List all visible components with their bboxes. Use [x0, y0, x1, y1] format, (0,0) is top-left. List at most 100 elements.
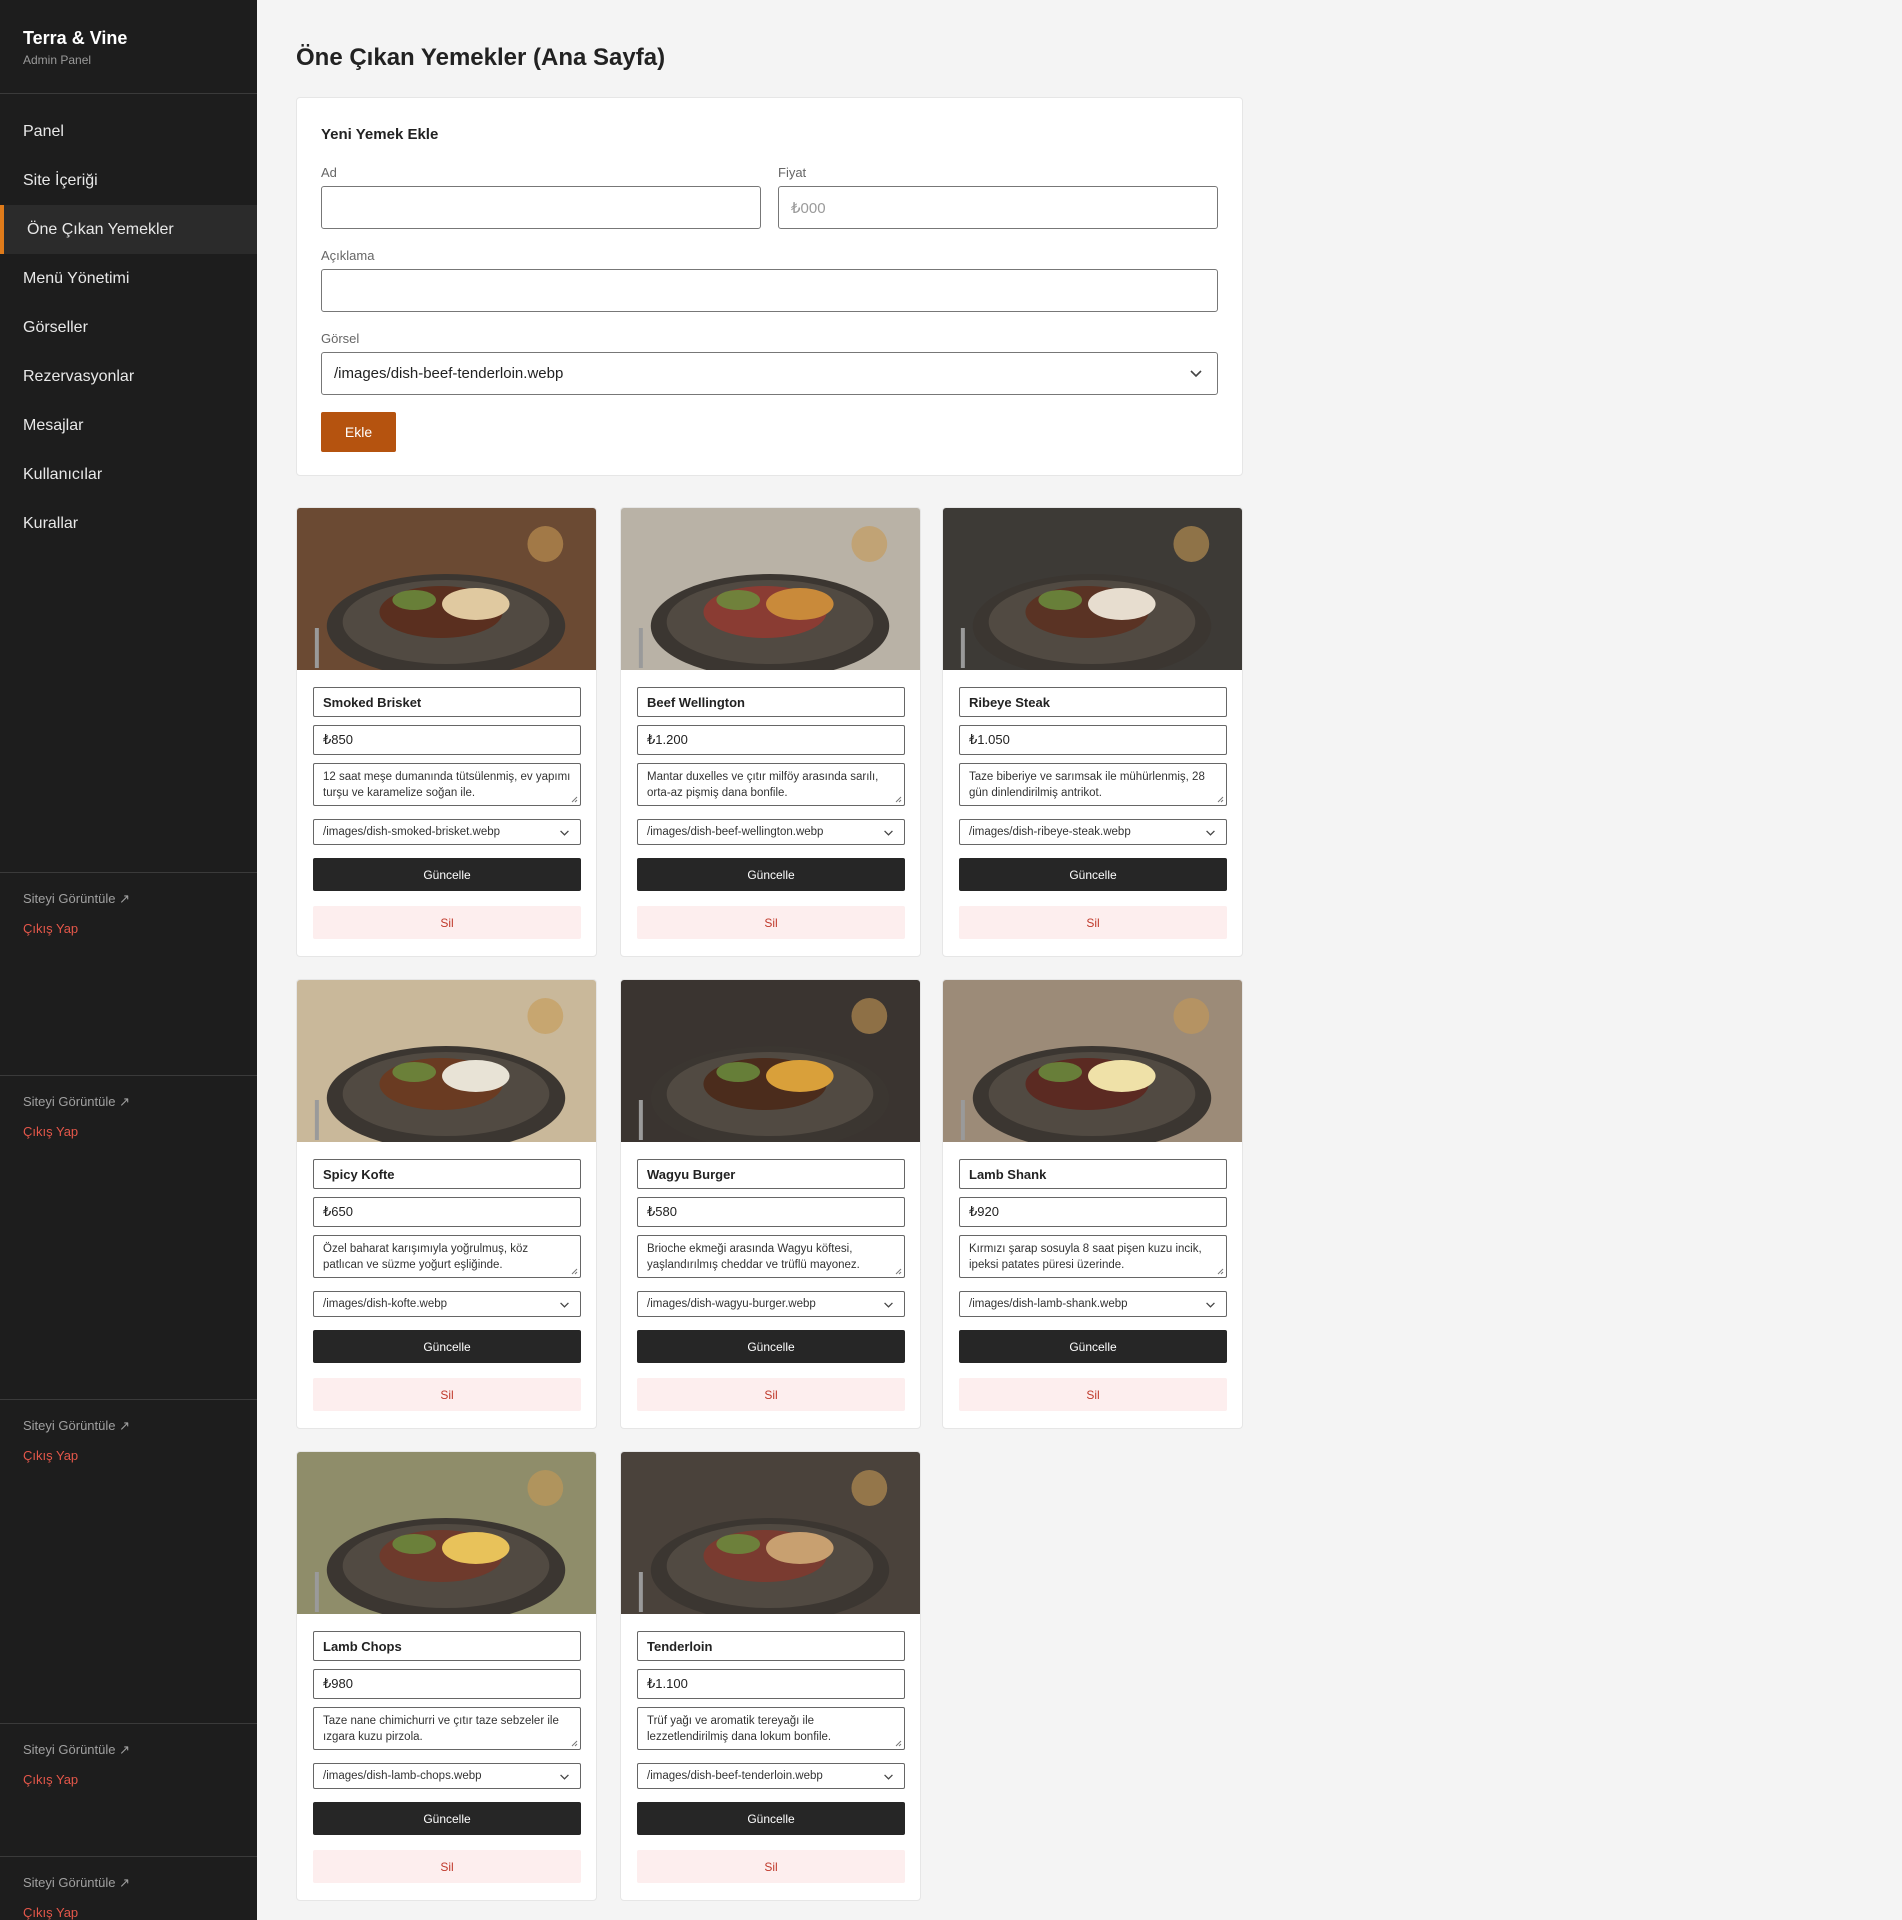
- delete-button[interactable]: Sil: [637, 1850, 905, 1883]
- dish-price-input[interactable]: ₺980: [313, 1669, 581, 1699]
- update-button[interactable]: Güncelle: [959, 858, 1227, 891]
- brand: Terra & Vine Admin Panel: [0, 0, 257, 94]
- main-content: Öne Çıkan Yemekler (Ana Sayfa) Yeni Yeme…: [257, 0, 1902, 1920]
- view-site-link[interactable]: Siteyi Görüntüle ↗: [23, 1418, 257, 1434]
- logout-link[interactable]: Çıkış Yap: [23, 1448, 257, 1463]
- logout-link[interactable]: Çıkış Yap: [23, 1124, 257, 1139]
- update-button[interactable]: Güncelle: [637, 1330, 905, 1363]
- dish-description-input[interactable]: Brioche ekmeği arasında Wagyu köftesi, y…: [637, 1235, 905, 1278]
- dish-name-input[interactable]: Lamb Chops: [313, 1631, 581, 1661]
- brand-subtitle: Admin Panel: [23, 53, 92, 67]
- dish-name-input[interactable]: Beef Wellington: [637, 687, 905, 717]
- sidebar-item-rules[interactable]: Kurallar: [0, 499, 257, 548]
- dish-price-input[interactable]: ₺920: [959, 1197, 1227, 1227]
- dish-name-input[interactable]: Ribeye Steak: [959, 687, 1227, 717]
- logout-link[interactable]: Çıkış Yap: [23, 1905, 257, 1920]
- view-site-link[interactable]: Siteyi Görüntüle ↗: [23, 1094, 257, 1110]
- dish-image-select[interactable]: /images/dish-lamb-chops.webp: [313, 1763, 581, 1789]
- add-button[interactable]: Ekle: [321, 412, 396, 452]
- update-button[interactable]: Güncelle: [313, 858, 581, 891]
- price-input[interactable]: ₺000: [778, 186, 1218, 229]
- resize-grip-icon[interactable]: [1217, 796, 1224, 803]
- delete-button[interactable]: Sil: [313, 906, 581, 939]
- sidebar-footer: Siteyi Görüntüle ↗ Çıkış Yap: [0, 1075, 257, 1139]
- dish-image-select[interactable]: /images/dish-beef-wellington.webp: [637, 819, 905, 845]
- dish-price-input[interactable]: ₺1.100: [637, 1669, 905, 1699]
- chevron-down-icon: [884, 830, 893, 836]
- dish-description-input[interactable]: Taze nane chimichurri ve çıtır taze sebz…: [313, 1707, 581, 1750]
- dish-description-text: Trüf yağı ve aromatik tereyağı ile lezze…: [647, 1715, 832, 1743]
- dish-name-input[interactable]: Spicy Kofte: [313, 1159, 581, 1189]
- update-button[interactable]: Güncelle: [637, 858, 905, 891]
- dish-name-input[interactable]: Smoked Brisket: [313, 687, 581, 717]
- resize-grip-icon[interactable]: [571, 796, 578, 803]
- sidebar-footer: Siteyi Görüntüle ↗ Çıkış Yap: [0, 1723, 257, 1787]
- delete-button[interactable]: Sil: [959, 1378, 1227, 1411]
- dish-description-text: 12 saat meşe dumanında tütsülenmiş, ev y…: [323, 771, 571, 799]
- delete-button[interactable]: Sil: [313, 1850, 581, 1883]
- dish-name-input[interactable]: Wagyu Burger: [637, 1159, 905, 1189]
- dish-price-input[interactable]: ₺1.050: [959, 725, 1227, 755]
- dish-price-input[interactable]: ₺650: [313, 1197, 581, 1227]
- dish-price-input[interactable]: ₺850: [313, 725, 581, 755]
- dish-image-select[interactable]: /images/dish-wagyu-burger.webp: [637, 1291, 905, 1317]
- view-site-link[interactable]: Siteyi Görüntüle ↗: [23, 891, 257, 907]
- dish-image-select[interactable]: /images/dish-lamb-shank.webp: [959, 1291, 1227, 1317]
- update-button[interactable]: Güncelle: [637, 1802, 905, 1835]
- resize-grip-icon[interactable]: [895, 796, 902, 803]
- dish-image-select[interactable]: /images/dish-ribeye-steak.webp: [959, 819, 1227, 845]
- dish-image: [621, 508, 920, 670]
- logout-link[interactable]: Çıkış Yap: [23, 1772, 257, 1787]
- dish-image-select[interactable]: /images/dish-smoked-brisket.webp: [313, 819, 581, 845]
- update-button[interactable]: Güncelle: [959, 1330, 1227, 1363]
- sidebar-item-site-content[interactable]: Site İçeriği: [0, 156, 257, 205]
- chevron-down-icon: [560, 830, 569, 836]
- view-site-link[interactable]: Siteyi Görüntüle ↗: [23, 1742, 257, 1758]
- image-select[interactable]: /images/dish-beef-tenderloin.webp: [321, 352, 1218, 395]
- resize-grip-icon[interactable]: [571, 1268, 578, 1275]
- dish-image-value: /images/dish-lamb-shank.webp: [969, 1298, 1128, 1310]
- update-button[interactable]: Güncelle: [313, 1802, 581, 1835]
- dish-image-select[interactable]: /images/dish-beef-tenderloin.webp: [637, 1763, 905, 1789]
- dish-description-input[interactable]: 12 saat meşe dumanında tütsülenmiş, ev y…: [313, 763, 581, 806]
- dish-image: [297, 508, 596, 670]
- delete-button[interactable]: Sil: [313, 1378, 581, 1411]
- sidebar-item-messages[interactable]: Mesajlar: [0, 401, 257, 450]
- delete-button[interactable]: Sil: [637, 1378, 905, 1411]
- logout-link[interactable]: Çıkış Yap: [23, 921, 257, 936]
- sidebar-item-users[interactable]: Kullanıcılar: [0, 450, 257, 499]
- dish-image: [297, 1452, 596, 1614]
- chevron-down-icon: [1206, 830, 1215, 836]
- update-button[interactable]: Güncelle: [313, 1330, 581, 1363]
- delete-button[interactable]: Sil: [637, 906, 905, 939]
- resize-grip-icon[interactable]: [571, 1740, 578, 1747]
- dish-card: Smoked Brisket ₺850 12 saat meşe dumanın…: [296, 507, 597, 957]
- dish-description-input[interactable]: Taze biberiye ve sarımsak ile mühürlenmi…: [959, 763, 1227, 806]
- dish-price-input[interactable]: ₺1.200: [637, 725, 905, 755]
- dish-price-input[interactable]: ₺580: [637, 1197, 905, 1227]
- dish-name-input[interactable]: Lamb Shank: [959, 1159, 1227, 1189]
- sidebar-item-menu-management[interactable]: Menü Yönetimi: [0, 254, 257, 303]
- dish-card: Tenderloin ₺1.100 Trüf yağı ve aromatik …: [620, 1451, 921, 1901]
- dish-name-input[interactable]: Tenderloin: [637, 1631, 905, 1661]
- dish-description-input[interactable]: Trüf yağı ve aromatik tereyağı ile lezze…: [637, 1707, 905, 1750]
- sidebar-item-images[interactable]: Görseller: [0, 303, 257, 352]
- description-input[interactable]: [321, 269, 1218, 312]
- delete-button[interactable]: Sil: [959, 906, 1227, 939]
- dish-description-text: Taze nane chimichurri ve çıtır taze sebz…: [323, 1715, 559, 1743]
- dish-description-input[interactable]: Özel baharat karışımıyla yoğrulmuş, köz …: [313, 1235, 581, 1278]
- sidebar-item-reservations[interactable]: Rezervasyonlar: [0, 352, 257, 401]
- resize-grip-icon[interactable]: [895, 1268, 902, 1275]
- price-label: Fiyat: [778, 165, 807, 180]
- dish-description-input[interactable]: Kırmızı şarap sosuyla 8 saat pişen kuzu …: [959, 1235, 1227, 1278]
- name-input[interactable]: [321, 186, 761, 229]
- dish-card: Beef Wellington ₺1.200 Mantar duxelles v…: [620, 507, 921, 957]
- sidebar-item-panel[interactable]: Panel: [0, 107, 257, 156]
- sidebar-item-featured-dishes[interactable]: Öne Çıkan Yemekler: [0, 205, 257, 254]
- view-site-link[interactable]: Siteyi Görüntüle ↗: [23, 1875, 257, 1891]
- dish-image-select[interactable]: /images/dish-kofte.webp: [313, 1291, 581, 1317]
- chevron-down-icon: [884, 1302, 893, 1308]
- resize-grip-icon[interactable]: [895, 1740, 902, 1747]
- dish-description-input[interactable]: Mantar duxelles ve çıtır milföy arasında…: [637, 763, 905, 806]
- resize-grip-icon[interactable]: [1217, 1268, 1224, 1275]
